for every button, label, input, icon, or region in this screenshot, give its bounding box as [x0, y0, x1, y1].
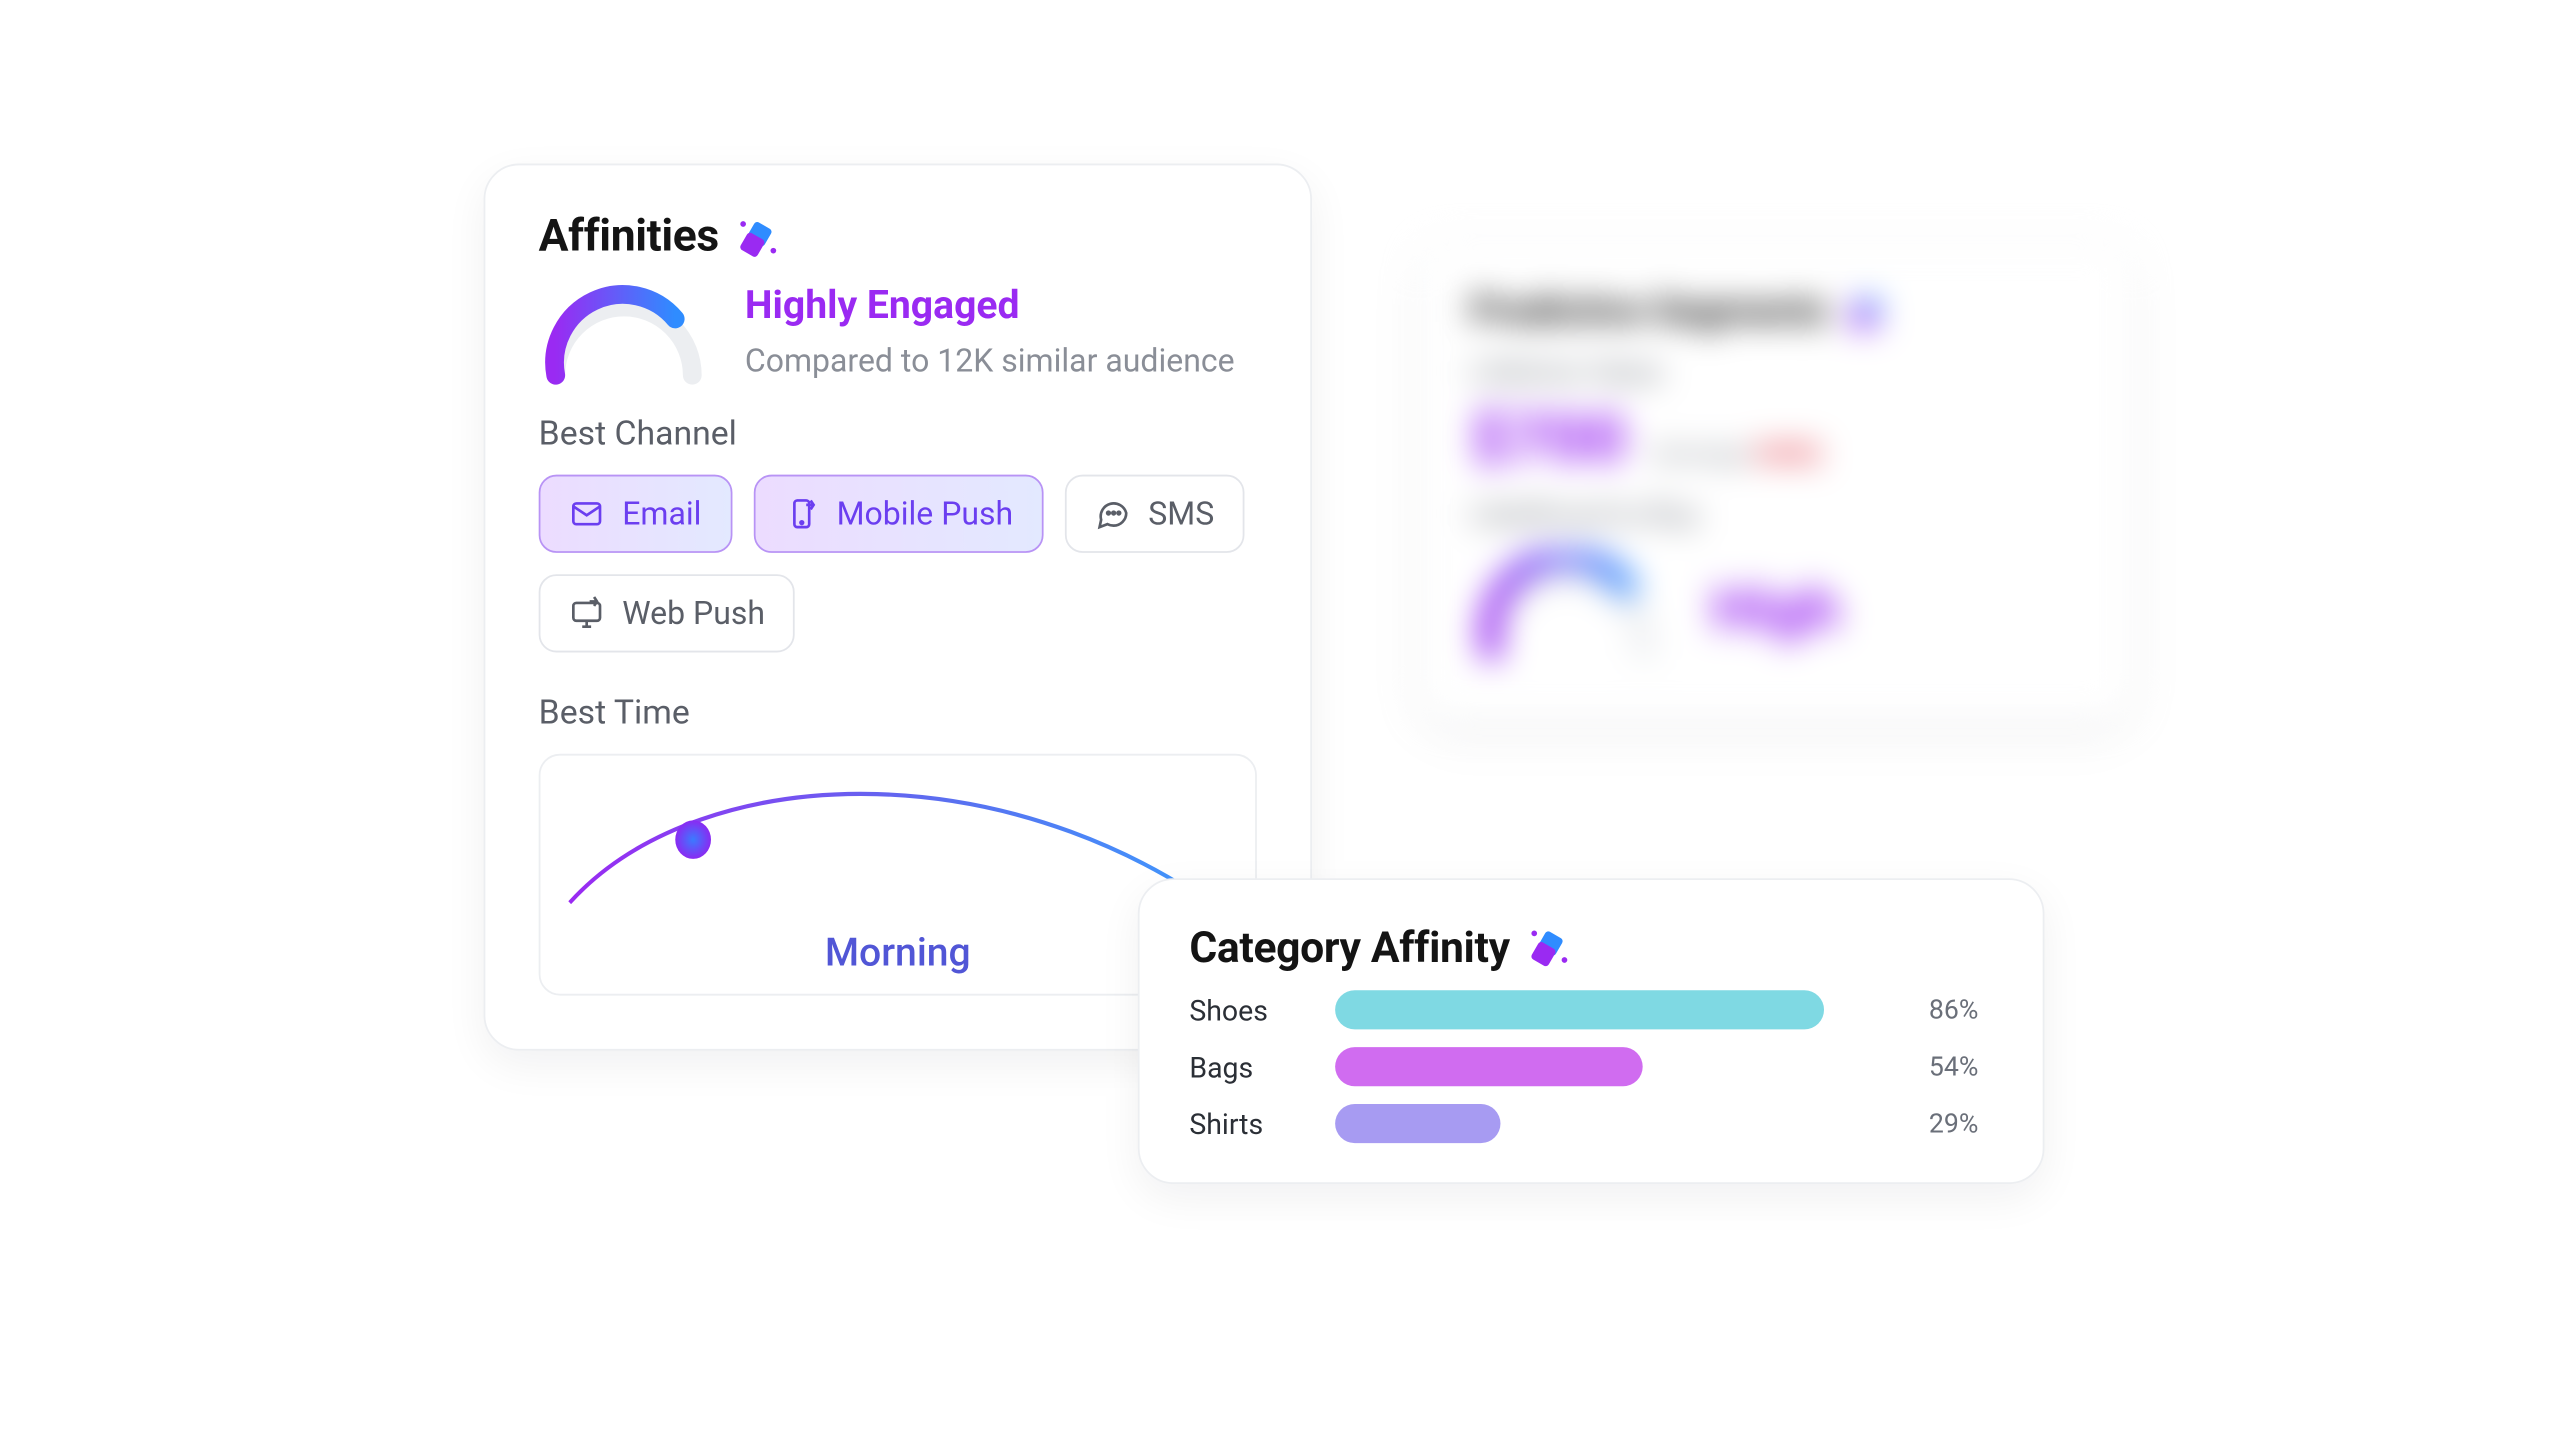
predictive-segments-card: Predictive Segments Lifetime Value $700 …	[1419, 242, 2134, 720]
category-bar-row: Shoes 86%	[1189, 990, 1993, 1029]
web-push-icon	[569, 596, 605, 632]
ltv-value: $700	[1470, 402, 1626, 480]
category-name: Shirts	[1189, 1107, 1310, 1141]
bar-fill	[1335, 990, 1824, 1029]
sparkle-icon	[1846, 291, 1889, 334]
best-channel-label: Best Channel	[539, 412, 1257, 453]
bar-fill	[1335, 1104, 1500, 1143]
sparkle-icon	[737, 216, 780, 259]
category-name: Shoes	[1189, 993, 1310, 1027]
category-affinity-card: Category Affinity Shoes 86% Bags 54% Shirts 2…	[1138, 878, 2045, 1184]
bar-track	[1335, 990, 1904, 1029]
best-time-value: Morning	[825, 932, 971, 976]
channel-email[interactable]: Email	[539, 475, 732, 553]
engagement-gauge	[539, 284, 710, 376]
ltv-label: Lifetime Value	[1470, 356, 2082, 392]
channel-sms[interactable]: SMS	[1065, 475, 1245, 553]
sms-icon	[1095, 496, 1131, 532]
gauge-icon	[1470, 551, 1666, 668]
bar-track	[1335, 1047, 1904, 1086]
bar-fill	[1335, 1047, 1642, 1086]
predictive-title: Predictive Segments	[1470, 290, 1828, 334]
sparkle-icon	[1527, 926, 1570, 969]
likelihood-value: High	[1712, 574, 1840, 645]
category-percent: 29%	[1929, 1108, 1979, 1140]
category-bar-row: Shirts 29%	[1189, 1104, 1993, 1143]
best-time-label: Best Time	[539, 692, 1257, 733]
category-percent: 54%	[1929, 1051, 1979, 1083]
engagement-status: Highly Engaged	[745, 284, 1235, 328]
category-percent: 86%	[1929, 994, 1979, 1026]
likelihood-label: Likelihood to Buy	[1470, 498, 2082, 534]
category-bar-row: Bags 54%	[1189, 1047, 1993, 1086]
channel-label: Mobile Push	[837, 495, 1014, 532]
channel-web-push[interactable]: Web Push	[539, 574, 796, 652]
engagement-subtext: Compared to 12K similar audience	[745, 343, 1235, 380]
channel-label: Web Push	[622, 595, 765, 632]
mobile-push-icon	[783, 496, 819, 532]
bar-track	[1335, 1104, 1904, 1143]
category-name: Bags	[1189, 1050, 1310, 1084]
channel-label: Email	[622, 495, 701, 532]
affinities-title: Affinities	[539, 212, 719, 264]
channel-label: SMS	[1148, 495, 1214, 532]
category-affinity-title: Category Affinity	[1189, 923, 1509, 973]
ltv-average: (Average $450)	[1651, 441, 1821, 469]
mail-icon	[569, 496, 605, 532]
channel-mobile-push[interactable]: Mobile Push	[753, 475, 1043, 553]
channel-chips: Email Mobile Push SMS Web Push	[539, 475, 1257, 653]
